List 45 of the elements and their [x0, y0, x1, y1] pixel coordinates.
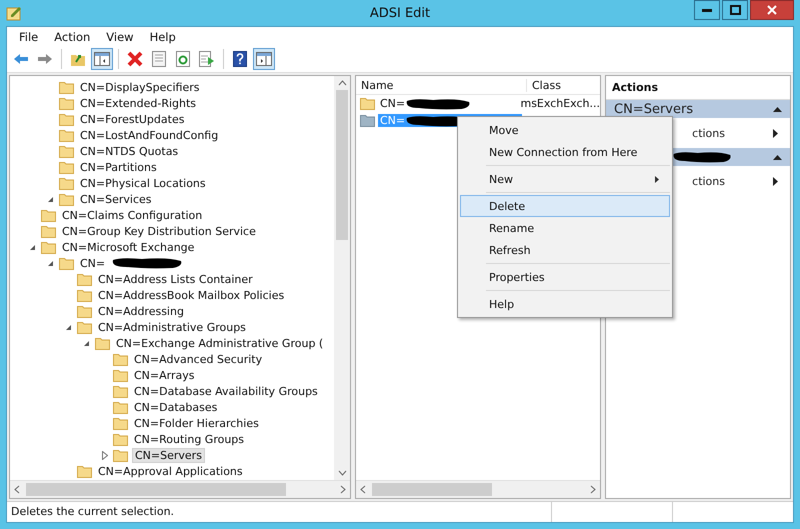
table-cell: msExchExch... [520, 97, 600, 110]
menu-item[interactable]: File [11, 30, 46, 44]
actions-section-header[interactable]: CN=Servers [606, 100, 790, 118]
tree-item[interactable]: CN=Group Key Distribution Service [60, 224, 258, 238]
tree-item[interactable]: CN=Exchange Administrative Group ( [114, 336, 326, 350]
tree-item[interactable]: CN=DisplaySpecifiers [78, 80, 202, 94]
tree-item[interactable]: CN=Servers [132, 448, 205, 462]
tree-item[interactable]: CN=Databases [132, 400, 220, 414]
tree-item[interactable]: CN=Approval Applications [96, 464, 245, 478]
tree-item[interactable]: CN=LostAndFoundConfig [78, 128, 220, 142]
tree-item[interactable]: CN=Addressing [96, 304, 186, 318]
tree-item[interactable]: CN=NTDS Quotas [78, 144, 180, 158]
tree-item[interactable]: CN=AddressBook Mailbox Policies [96, 288, 286, 302]
tree-item[interactable]: CN=Extended-Rights [78, 96, 198, 110]
menu-item[interactable]: Action [46, 30, 98, 44]
tree-item[interactable]: CN=Advanced Security [132, 352, 264, 366]
tree-item[interactable]: CN=Database Availability Groups [132, 384, 320, 398]
column-header[interactable]: Name [356, 78, 527, 92]
tree-item[interactable]: CN=Microsoft Exchange [60, 240, 196, 254]
menu-item[interactable]: Delete [460, 195, 670, 217]
tree-item[interactable]: CN= [78, 256, 108, 270]
tree-item[interactable]: CN=Folder Hierarchies [132, 416, 261, 430]
menu-item[interactable]: Properties [460, 266, 670, 288]
menu-item[interactable]: Help [460, 293, 670, 315]
tree-item[interactable]: CN=Physical Locations [78, 176, 208, 190]
menu-item[interactable]: Help [142, 30, 184, 44]
menu-item[interactable]: Refresh [460, 239, 670, 261]
menu-item[interactable]: Rename [460, 217, 670, 239]
tree-item[interactable]: CN=Partitions [78, 160, 159, 174]
tree-item[interactable]: CN=Services [78, 192, 154, 206]
menu-item[interactable]: New Connection from Here [460, 141, 670, 163]
menu-item[interactable]: New [460, 168, 670, 190]
tree-item[interactable]: CN=ForestUpdates [78, 112, 186, 126]
tree-item[interactable]: CN=Address Lists Container [96, 272, 255, 286]
task-link[interactable]: ctions [692, 174, 725, 188]
column-header[interactable]: Class [527, 78, 561, 92]
window-title: ADSI Edit [368, 6, 432, 20]
task-link[interactable]: ctions [692, 126, 725, 140]
tree-item[interactable]: CN=Arrays [132, 368, 196, 382]
list-item[interactable]: CN= [378, 97, 474, 110]
tree-item[interactable]: CN=Claims Configuration [60, 208, 204, 222]
menu-item[interactable]: View [98, 30, 142, 44]
tree-item[interactable]: CN=Administrative Groups [96, 320, 248, 334]
status-text: Deletes the current selection. [10, 504, 176, 520]
tree-item[interactable]: CN=Routing Groups [132, 432, 246, 446]
